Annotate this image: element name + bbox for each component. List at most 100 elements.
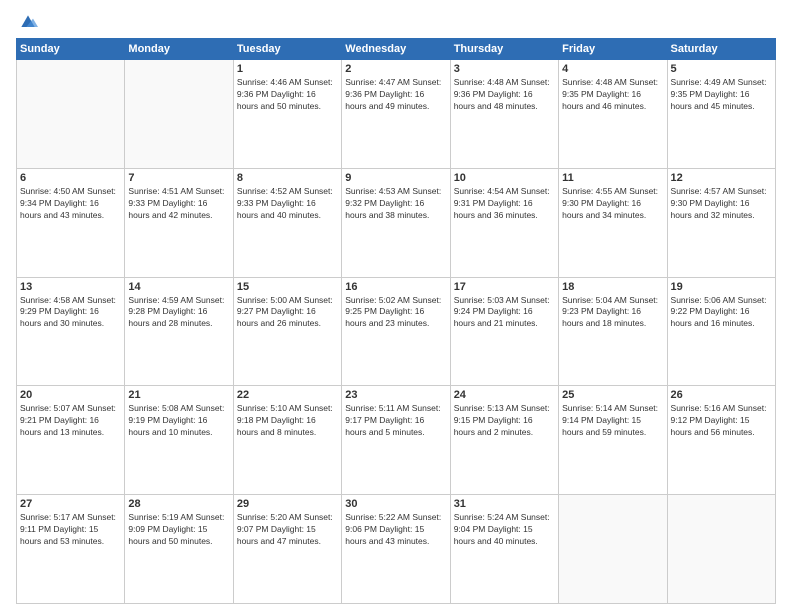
day-info: Sunrise: 4:46 AM Sunset: 9:36 PM Dayligh… (237, 77, 338, 113)
day-number: 16 (345, 281, 446, 293)
day-info: Sunrise: 5:20 AM Sunset: 9:07 PM Dayligh… (237, 512, 338, 548)
day-info: Sunrise: 4:53 AM Sunset: 9:32 PM Dayligh… (345, 186, 446, 222)
calendar-day-cell: 24 Sunrise: 5:13 AM Sunset: 9:15 PM Dayli… (450, 386, 558, 495)
day-info: Sunrise: 4:48 AM Sunset: 9:35 PM Dayligh… (562, 77, 663, 113)
day-number: 11 (562, 172, 663, 184)
day-info: Sunrise: 4:59 AM Sunset: 9:28 PM Dayligh… (128, 295, 229, 331)
day-of-week-header: Wednesday (342, 39, 450, 60)
calendar-day-cell: 8 Sunrise: 4:52 AM Sunset: 9:33 PM Daylig… (233, 168, 341, 277)
day-info: Sunrise: 5:03 AM Sunset: 9:24 PM Dayligh… (454, 295, 555, 331)
day-info: Sunrise: 5:24 AM Sunset: 9:04 PM Dayligh… (454, 512, 555, 548)
day-number: 23 (345, 389, 446, 401)
day-number: 7 (128, 172, 229, 184)
calendar-day-cell: 29 Sunrise: 5:20 AM Sunset: 9:07 PM Dayli… (233, 495, 341, 604)
calendar-day-cell: 19Sunrise: 5:06 AM Sunset: 9:22 PM Dayli… (667, 277, 775, 386)
day-number: 13 (20, 281, 121, 293)
calendar-day-cell: 12Sunrise: 4:57 AM Sunset: 9:30 PM Dayli… (667, 168, 775, 277)
calendar-day-cell: 3Sunrise: 4:48 AM Sunset: 9:36 PM Daylig… (450, 60, 558, 169)
calendar-day-cell: 14 Sunrise: 4:59 AM Sunset: 9:28 PM Dayli… (125, 277, 233, 386)
day-number: 27 (20, 498, 121, 510)
day-number: 18 (562, 281, 663, 293)
day-info: Sunrise: 4:51 AM Sunset: 9:33 PM Dayligh… (128, 186, 229, 222)
day-info: Sunrise: 4:50 AM Sunset: 9:34 PM Dayligh… (20, 186, 121, 222)
day-number: 6 (20, 172, 121, 184)
day-number: 3 (454, 63, 555, 75)
day-info: Sunrise: 4:52 AM Sunset: 9:33 PM Dayligh… (237, 186, 338, 222)
day-info: Sunrise: 4:54 AM Sunset: 9:31 PM Dayligh… (454, 186, 555, 222)
day-number: 4 (562, 63, 663, 75)
calendar-day-cell: 22 Sunrise: 5:10 AM Sunset: 9:18 PM Dayli… (233, 386, 341, 495)
day-of-week-header: Friday (559, 39, 667, 60)
day-number: 21 (128, 389, 229, 401)
calendar-day-cell: 17 Sunrise: 5:03 AM Sunset: 9:24 PM Dayli… (450, 277, 558, 386)
calendar-day-cell: 16 Sunrise: 5:02 AM Sunset: 9:25 PM Dayli… (342, 277, 450, 386)
calendar-day-cell: 15Sunrise: 5:00 AM Sunset: 9:27 PM Dayli… (233, 277, 341, 386)
day-number: 8 (237, 172, 338, 184)
day-info: Sunrise: 4:47 AM Sunset: 9:36 PM Dayligh… (345, 77, 446, 113)
calendar-day-cell: 23 Sunrise: 5:11 AM Sunset: 9:17 PM Dayli… (342, 386, 450, 495)
calendar-day-cell: 13 Sunrise: 4:58 AM Sunset: 9:29 PM Dayli… (17, 277, 125, 386)
day-info: Sunrise: 5:11 AM Sunset: 9:17 PM Dayligh… (345, 403, 446, 439)
calendar-day-cell: 28Sunrise: 5:19 AM Sunset: 9:09 PM Dayli… (125, 495, 233, 604)
day-info: Sunrise: 4:58 AM Sunset: 9:29 PM Dayligh… (20, 295, 121, 331)
calendar-day-cell (17, 60, 125, 169)
calendar-day-cell: 2 Sunrise: 4:47 AM Sunset: 9:36 PM Daylig… (342, 60, 450, 169)
logo (16, 12, 38, 32)
day-of-week-header: Monday (125, 39, 233, 60)
day-number: 2 (345, 63, 446, 75)
day-info: Sunrise: 5:13 AM Sunset: 9:15 PM Dayligh… (454, 403, 555, 439)
calendar-week-row: 6 Sunrise: 4:50 AM Sunset: 9:34 PM Daylig… (17, 168, 776, 277)
day-info: Sunrise: 5:04 AM Sunset: 9:23 PM Dayligh… (562, 295, 663, 331)
day-info: Sunrise: 4:49 AM Sunset: 9:35 PM Dayligh… (671, 77, 772, 113)
calendar-header-row: SundayMondayTuesdayWednesdayThursdayFrid… (17, 39, 776, 60)
page: SundayMondayTuesdayWednesdayThursdayFrid… (0, 0, 792, 612)
day-info: Sunrise: 5:14 AM Sunset: 9:14 PM Dayligh… (562, 403, 663, 439)
day-number: 14 (128, 281, 229, 293)
day-info: Sunrise: 5:22 AM Sunset: 9:06 PM Dayligh… (345, 512, 446, 548)
calendar-day-cell: 11 Sunrise: 4:55 AM Sunset: 9:30 PM Dayli… (559, 168, 667, 277)
day-info: Sunrise: 5:10 AM Sunset: 9:18 PM Dayligh… (237, 403, 338, 439)
logo-icon (18, 12, 38, 32)
day-number: 29 (237, 498, 338, 510)
calendar-day-cell: 18 Sunrise: 5:04 AM Sunset: 9:23 PM Dayli… (559, 277, 667, 386)
calendar-day-cell: 30 Sunrise: 5:22 AM Sunset: 9:06 PM Dayli… (342, 495, 450, 604)
calendar-week-row: 13 Sunrise: 4:58 AM Sunset: 9:29 PM Dayli… (17, 277, 776, 386)
calendar-week-row: 1 Sunrise: 4:46 AM Sunset: 9:36 PM Daylig… (17, 60, 776, 169)
day-number: 24 (454, 389, 555, 401)
day-of-week-header: Sunday (17, 39, 125, 60)
day-number: 31 (454, 498, 555, 510)
calendar-table: SundayMondayTuesdayWednesdayThursdayFrid… (16, 38, 776, 604)
day-info: Sunrise: 5:06 AM Sunset: 9:22 PM Dayligh… (671, 295, 772, 331)
calendar-day-cell: 4 Sunrise: 4:48 AM Sunset: 9:35 PM Daylig… (559, 60, 667, 169)
day-of-week-header: Thursday (450, 39, 558, 60)
calendar-day-cell: 6 Sunrise: 4:50 AM Sunset: 9:34 PM Daylig… (17, 168, 125, 277)
day-info: Sunrise: 5:02 AM Sunset: 9:25 PM Dayligh… (345, 295, 446, 331)
day-number: 5 (671, 63, 772, 75)
day-number: 10 (454, 172, 555, 184)
day-info: Sunrise: 5:16 AM Sunset: 9:12 PM Dayligh… (671, 403, 772, 439)
day-number: 28 (128, 498, 229, 510)
day-number: 17 (454, 281, 555, 293)
calendar-day-cell (125, 60, 233, 169)
day-info: Sunrise: 5:17 AM Sunset: 9:11 PM Dayligh… (20, 512, 121, 548)
day-number: 20 (20, 389, 121, 401)
day-info: Sunrise: 5:08 AM Sunset: 9:19 PM Dayligh… (128, 403, 229, 439)
calendar-day-cell: 9 Sunrise: 4:53 AM Sunset: 9:32 PM Daylig… (342, 168, 450, 277)
day-number: 22 (237, 389, 338, 401)
day-of-week-header: Tuesday (233, 39, 341, 60)
day-info: Sunrise: 5:07 AM Sunset: 9:21 PM Dayligh… (20, 403, 121, 439)
calendar-day-cell: 26Sunrise: 5:16 AM Sunset: 9:12 PM Dayli… (667, 386, 775, 495)
calendar-day-cell: 25 Sunrise: 5:14 AM Sunset: 9:14 PM Dayli… (559, 386, 667, 495)
calendar-day-cell (667, 495, 775, 604)
calendar-day-cell: 21 Sunrise: 5:08 AM Sunset: 9:19 PM Dayli… (125, 386, 233, 495)
day-number: 30 (345, 498, 446, 510)
calendar-day-cell: 7 Sunrise: 4:51 AM Sunset: 9:33 PM Daylig… (125, 168, 233, 277)
day-number: 15 (237, 281, 338, 293)
calendar-day-cell: 31 Sunrise: 5:24 AM Sunset: 9:04 PM Dayli… (450, 495, 558, 604)
day-number: 9 (345, 172, 446, 184)
day-info: Sunrise: 4:55 AM Sunset: 9:30 PM Dayligh… (562, 186, 663, 222)
day-number: 25 (562, 389, 663, 401)
day-number: 1 (237, 63, 338, 75)
calendar-day-cell: 1 Sunrise: 4:46 AM Sunset: 9:36 PM Daylig… (233, 60, 341, 169)
calendar-week-row: 20 Sunrise: 5:07 AM Sunset: 9:21 PM Dayli… (17, 386, 776, 495)
